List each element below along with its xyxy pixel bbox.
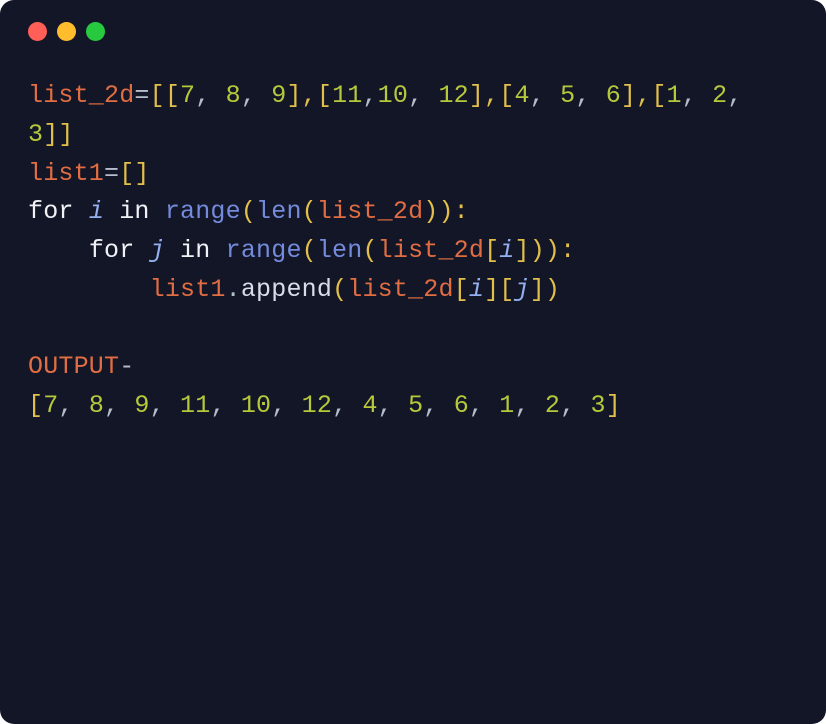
bracket: ],[ [286,81,332,110]
number: 12 [302,391,332,420]
function-range: range [226,236,302,265]
number: 5 [408,391,423,420]
dot: . [226,275,241,304]
function-range: range [165,197,241,226]
zoom-icon[interactable] [86,22,105,41]
variable-i: i [469,275,484,304]
number: 7 [180,81,195,110]
function-len: len [317,236,363,265]
code-window: list_2d=[[7, 8, 9],[11,10, 12],[4, 5, 6]… [0,0,826,724]
variable-i: i [89,197,104,226]
keyword-for: for [28,197,74,226]
code-line-3: for i in range(len(list_2d)): [28,197,469,226]
bracket: [ [454,275,469,304]
keyword-for: for [89,236,135,265]
paren: ( [241,197,256,226]
bracket: ]] [43,120,73,149]
bracket: ],[ [469,81,515,110]
variable-i: i [499,236,514,265]
keyword-in: in [119,197,149,226]
number: 12 [438,81,468,110]
identifier-list1: list1 [150,275,226,304]
number: 7 [43,391,58,420]
code-line-8: [7, 8, 9, 11, 10, 12, 4, 5, 6, 1, 2, 3] [28,391,621,420]
paren: ( [302,197,317,226]
bracket: ]) [530,275,560,304]
identifier-list_2d: list_2d [28,81,134,110]
code-line-2: list1=[] [28,159,150,188]
number: 11 [180,391,210,420]
number: 10 [241,391,271,420]
equals: = [104,159,119,188]
number: 10 [378,81,408,110]
number: 6 [606,81,621,110]
function-len: len [256,197,302,226]
output-label: OUTPUT [28,352,119,381]
number: 9 [134,391,149,420]
number: 1 [499,391,514,420]
bracket: [ [484,236,499,265]
close-icon[interactable] [28,22,47,41]
minimize-icon[interactable] [57,22,76,41]
number: 4 [515,81,530,110]
comma: , [575,81,605,110]
comma: , [682,81,712,110]
code-line-7: OUTPUT- [28,352,134,381]
number: 6 [454,391,469,420]
comma: , [408,81,438,110]
bracket: [ [28,391,43,420]
bracket: ][ [484,275,514,304]
variable-j: j [150,236,165,265]
number: 9 [271,81,286,110]
identifier-list_2d: list_2d [347,275,453,304]
keyword-in: in [180,236,210,265]
number: 1 [667,81,682,110]
equals: = [134,81,149,110]
comma: , [362,81,377,110]
blank-line [28,314,43,343]
number: 8 [89,391,104,420]
identifier-list1: list1 [28,159,104,188]
bracket: ])): [515,236,576,265]
code-line-1: list_2d=[[7, 8, 9],[11,10, 12],[4, 5, 6]… [28,81,758,149]
number: 5 [560,81,575,110]
comma: , [530,81,560,110]
identifier-list_2d: list_2d [317,197,423,226]
number: 2 [545,391,560,420]
bracket: ] [606,391,621,420]
bracket: [[ [150,81,180,110]
comma: , [195,81,225,110]
bracket: [] [119,159,149,188]
number: 8 [226,81,241,110]
code-line-5: list1.append(list_2d[i][j]) [28,275,560,304]
paren: ( [332,275,347,304]
number: 3 [591,391,606,420]
variable-j: j [515,275,530,304]
paren: ( [362,236,377,265]
titlebar [28,22,798,41]
comma: , [241,81,271,110]
comma: , [727,81,757,110]
number: 2 [712,81,727,110]
number: 3 [28,120,43,149]
code-block: list_2d=[[7, 8, 9],[11,10, 12],[4, 5, 6]… [28,77,798,426]
paren: )): [423,197,469,226]
identifier-list_2d: list_2d [378,236,484,265]
paren: ( [302,236,317,265]
method-append: append [241,275,332,304]
code-line-4: for j in range(len(list_2d[i])): [28,236,575,265]
number: 11 [332,81,362,110]
bracket: ],[ [621,81,667,110]
dash: - [119,352,134,381]
number: 4 [362,391,377,420]
